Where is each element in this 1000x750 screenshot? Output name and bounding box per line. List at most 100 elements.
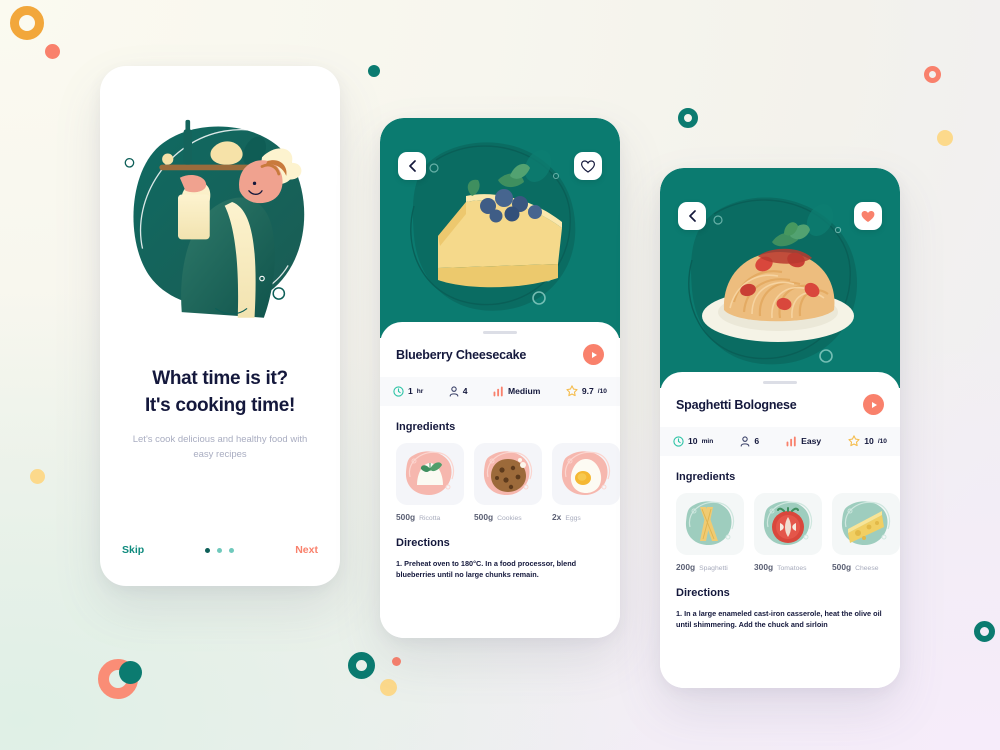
stat-person: 4 [449,385,468,397]
stat-unit: hr [416,387,424,395]
ingredient-item[interactable]: 500g Cheese [832,493,900,572]
ingredient-item[interactable]: 2x Eggs [552,443,620,522]
ingredient-item[interactable]: 500g Ricotta [396,443,464,522]
ingredient-amount: 200g [676,562,696,572]
recipe-screen-bolognese: Spaghetti Bolognese 10 min 6 Easy 10/10 Ingr… [660,168,900,688]
stat-unit: min [701,437,714,445]
direction-step-number: 1. [396,559,403,568]
heart-outline-icon [581,159,595,173]
recipe-stats: 10 min 6 Easy 10/10 [660,427,900,456]
person-icon [740,435,750,447]
recipe-title: Blueberry Cheesecake [396,347,527,362]
page-dot-3[interactable] [229,547,235,553]
star-icon [566,385,578,397]
teal-dot-top-center [368,65,380,77]
play-video-button[interactable] [863,394,884,415]
cheese-icon [841,501,891,545]
ingredient-item[interactable]: 300g Tomatoes [754,493,822,572]
ingredient-image [474,443,542,505]
onboarding-title-line1: What time is it? [152,368,288,389]
stat-value: 10 [864,436,874,446]
back-button[interactable] [398,152,426,180]
stat-value: 10 [688,436,698,446]
stat-difficulty-bars: Easy [786,436,821,447]
play-icon [872,401,877,408]
stat-unit: /10 [597,387,607,395]
stat-person: 6 [740,435,760,447]
direction-step: 1. In a large enameled cast-iron cassero… [660,599,900,631]
ingredients-list: 200g Spaghetti 300g Tomatoes 500g Cheese [660,483,900,572]
stat-value: 6 [754,436,760,446]
ingredient-image [676,493,744,555]
ingredient-image [832,493,900,555]
ingredient-item[interactable]: 500g Cookies [474,443,542,522]
ingredient-amount: 2x [552,512,562,522]
chevron-left-icon [688,210,696,222]
egg-icon [561,451,611,495]
recipe-stats: 1 hr 4 Medium 9.7/10 [380,377,620,406]
teal-ring-bottom-right [974,621,995,642]
recipe-screen-cheesecake: Blueberry Cheesecake 1 hr 4 Medium 9.7/10 In… [380,118,620,638]
ingredients-list: 500g Ricotta 500g Cookies 2x Eggs [380,433,620,522]
play-icon [592,351,597,358]
teal-dot-bottom-left [119,661,142,684]
ingredient-item[interactable]: 200g Spaghetti [676,493,744,572]
recipe-sheet-bolognese: Spaghetti Bolognese 10 min 6 Easy 10/10 Ingr… [660,372,900,688]
direction-step-text: Preheat oven to 180°C. In a food process… [396,559,577,580]
teal-ring-bottom-center [348,652,375,679]
recipe-title: Spaghetti Bolognese [676,397,797,412]
stat-clock: 1 hr [393,385,424,397]
ingredient-caption: 2x Eggs [552,512,620,522]
ingredient-name: Tomatoes [777,565,807,572]
ingredient-name: Cheese [855,565,879,572]
page-dot-1[interactable] [205,547,211,553]
yellow-dot-left [30,469,45,484]
salmon-dot [45,44,60,59]
stat-value: Easy [801,436,822,446]
favorite-button[interactable] [854,202,882,230]
page-indicator-dots[interactable] [205,547,235,553]
onboarding-title-line2: It's cooking time! [144,394,296,416]
ingredient-caption: 500g Ricotta [396,512,464,522]
recipe-title-row: Blueberry Cheesecake [380,334,620,377]
ingredient-name: Cookies [497,515,522,522]
clock-icon [393,385,404,397]
spaghetti-icon [685,501,735,545]
stat-star: 10/10 [848,435,887,447]
onboarding-subtitle: Let's cook delicious and healthy food wi… [132,433,308,460]
onboarding-footer: Skip Next [122,544,318,556]
direction-step: 1. Preheat oven to 180°C. In a food proc… [380,549,620,581]
ingredient-caption: 200g Spaghetti [676,562,744,572]
stat-unit: /10 [877,437,887,445]
chevron-left-icon [408,160,416,172]
directions-heading: Directions [396,537,450,549]
ingredient-image [396,443,464,505]
ricotta-cheese-icon [405,451,455,495]
clock-icon [673,435,684,447]
recipe-hero-cheesecake [380,118,620,338]
ingredient-name: Eggs [565,515,581,522]
skip-button[interactable]: Skip [122,544,144,556]
stat-clock: 10 min [673,435,714,447]
ingredients-heading: Ingredients [676,471,736,483]
teal-ring-top-right [678,108,698,128]
ingredient-image [754,493,822,555]
direction-step-text: In a large enameled cast-iron casserole,… [676,609,882,630]
ingredient-name: Ricotta [419,515,441,522]
favorite-button[interactable] [574,152,602,180]
stat-difficulty-bars: Medium [493,386,540,397]
page-dot-2[interactable] [217,547,223,553]
back-button[interactable] [678,202,706,230]
heart-filled-icon [861,210,875,222]
cookie-icon [483,451,533,495]
ingredient-amount: 300g [754,562,774,572]
directions-heading: Directions [676,587,730,599]
stat-value: 9.7 [581,386,594,396]
recipe-title-row: Spaghetti Bolognese [660,384,900,427]
ingredient-image [552,443,620,505]
salmon-dot-small-bottom [392,657,401,666]
play-video-button[interactable] [583,344,604,365]
ingredient-caption: 300g Tomatoes [754,562,822,572]
ingredient-caption: 500g Cheese [832,562,900,572]
next-button[interactable]: Next [295,544,318,556]
